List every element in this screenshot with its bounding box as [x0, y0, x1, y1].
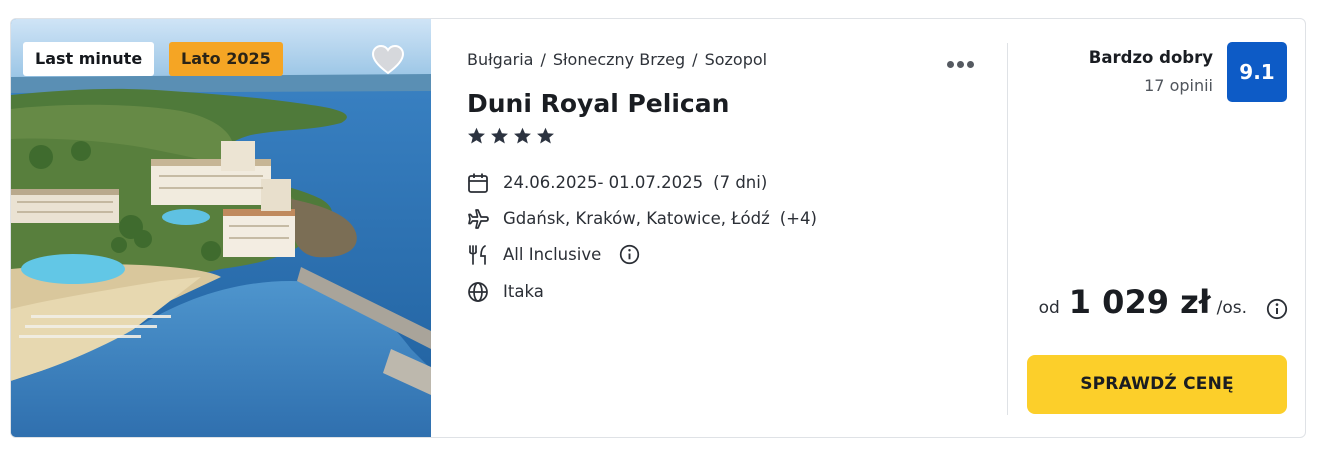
star-icon [513, 127, 532, 145]
price-info-button[interactable] [1266, 298, 1288, 320]
departure-airports: Gdańsk, Kraków, Katowice, Łódź [503, 209, 770, 228]
info-icon [1266, 298, 1288, 320]
plane-icon [467, 208, 489, 230]
more-options-button[interactable] [947, 53, 987, 69]
trip-dates: 24.06.2025- 01.07.2025 [503, 173, 704, 192]
globe-icon [467, 281, 489, 303]
breadcrumb-country[interactable]: Bułgaria [467, 50, 533, 69]
breadcrumb-city[interactable]: Sozopol [705, 50, 768, 69]
hotel-offer-card[interactable]: Last minute Lato 2025 Bułgaria / Słoneczny… [10, 18, 1306, 438]
hotel-name[interactable]: Duni Royal Pelican [467, 89, 729, 118]
review-count-link[interactable]: 17 opinii [1144, 76, 1213, 95]
tour-operator: Itaka [503, 282, 544, 301]
last-minute-badge: Last minute [23, 42, 155, 76]
price-value: 1 029 zł [1068, 283, 1211, 321]
favorite-button[interactable] [371, 44, 405, 76]
breadcrumb: Bułgaria / Słoneczny Brzeg / Sozopol [467, 50, 767, 69]
hotel-stars [467, 127, 559, 149]
star-icon [490, 127, 509, 145]
hotel-photo[interactable]: Last minute Lato 2025 [11, 19, 431, 437]
hotel-aerial-image [11, 19, 431, 437]
breadcrumb-separator: / [692, 50, 698, 69]
rating-label: Bardzo dobry [1088, 48, 1213, 67]
trip-duration: (7 dni) [713, 173, 768, 192]
offer-details: Bułgaria / Słoneczny Brzeg / Sozopol Duni Ro… [467, 19, 997, 437]
star-icon [467, 127, 486, 145]
rating-score-badge: 9.1 [1227, 42, 1287, 102]
column-divider [1007, 43, 1008, 415]
cutlery-icon [467, 244, 489, 266]
calendar-icon [467, 172, 489, 194]
breadcrumb-region[interactable]: Słoneczny Brzeg [553, 50, 685, 69]
heart-icon [371, 44, 405, 75]
price: od 1 029 zł/os. [1039, 283, 1247, 323]
breadcrumb-separator: / [540, 50, 546, 69]
board-type: All Inclusive [503, 245, 602, 264]
price-per-person: /os. [1216, 298, 1247, 318]
board-info-button[interactable] [619, 244, 640, 265]
check-price-button[interactable]: SPRAWDŹ CENĘ [1027, 355, 1287, 414]
price-prefix: od [1038, 298, 1060, 318]
season-badge: Lato 2025 [169, 42, 283, 76]
more-airports-link[interactable]: (+4) [780, 209, 817, 228]
info-icon [619, 244, 640, 265]
more-dots-icon [947, 53, 977, 72]
star-icon [536, 127, 555, 145]
